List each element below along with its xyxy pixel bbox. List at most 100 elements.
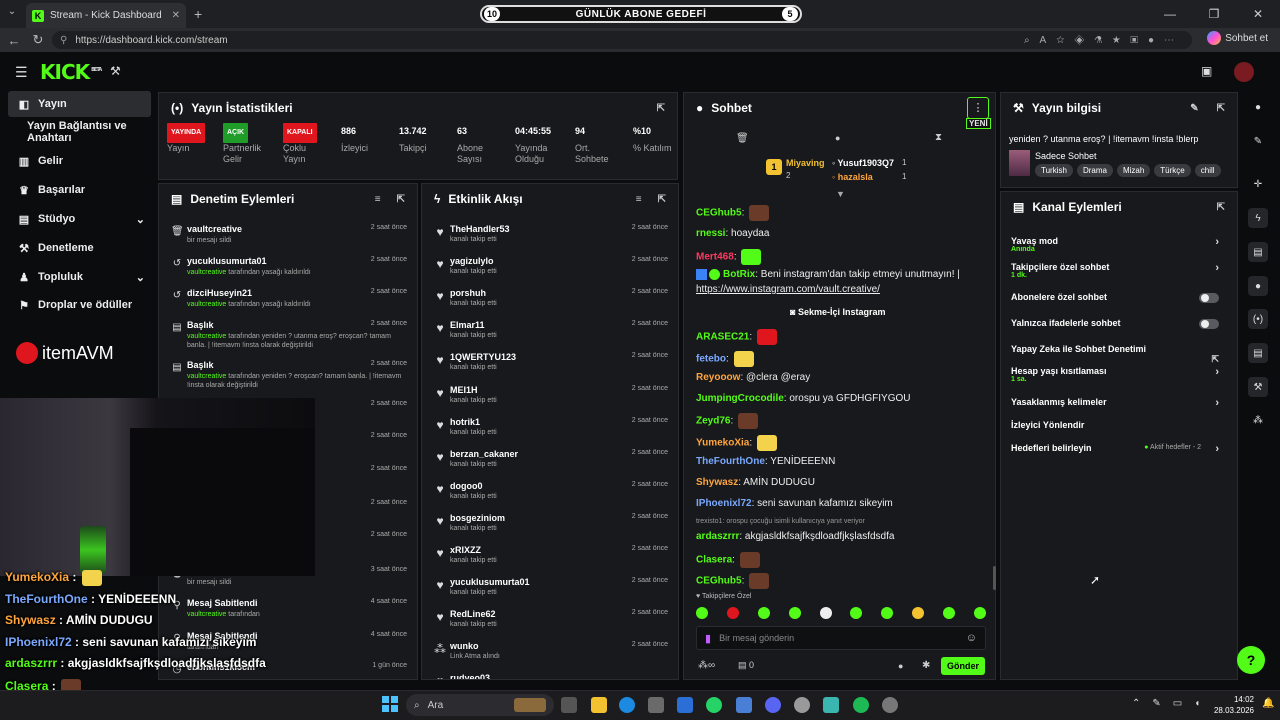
tools-icon[interactable]: ⚒ <box>110 64 121 78</box>
sidebar-item-gelir[interactable]: ▥ Gelir <box>8 148 151 174</box>
chat-username[interactable]: Zeyd76 <box>696 416 730 427</box>
system-tray-icons[interactable]: ⌃✎▭◖ <box>1132 698 1212 709</box>
clock[interactable]: 14:02 28.03.2026 <box>1208 694 1254 716</box>
chat-message[interactable]: JumpingCrocodile: orospu ya GFDHGFIYGOU <box>696 393 911 404</box>
chat-message[interactable]: Clasera: <box>696 552 760 568</box>
chat-message[interactable]: Shywasz: AMİN DUDUGU <box>696 477 815 488</box>
channel-action-item[interactable]: İzleyici Yönlendir <box>1011 420 1223 440</box>
chat-username[interactable]: TheFourthOne <box>696 456 765 467</box>
emote-icon[interactable] <box>726 607 739 619</box>
notification-icon[interactable]: 🔔 <box>1262 698 1274 709</box>
channel-action-item[interactable]: Hedefleri belirleyin ● Aktif hedefler - 2… <box>1011 443 1223 463</box>
chat-input[interactable]: ▮ Bir mesaj gönderin ☺ <box>696 626 986 650</box>
info-icon[interactable]: ● <box>1248 97 1268 117</box>
chat-message[interactable]: BotRix: Beni instagram'dan takip etmeyi … <box>696 269 960 280</box>
chat-username[interactable]: Reyooow <box>696 372 740 383</box>
chat-bubble-icon[interactable]: ● <box>835 133 840 143</box>
toggle-switch[interactable] <box>1199 319 1219 329</box>
sidebar-item-yayin[interactable]: ◧ Yayın <box>8 91 151 117</box>
activity-row[interactable]: ⁂ wunko Link Atma alındı 2 saat önce <box>432 639 670 671</box>
trash-icon[interactable]: 🗑 <box>736 133 749 144</box>
popout-icon[interactable]: ⇱ <box>397 194 405 205</box>
channel-action-item[interactable]: Takipçilere özel sohbet 1 dk. › <box>1011 262 1223 282</box>
tag[interactable]: Mizah <box>1116 164 1151 177</box>
activity-row[interactable]: ♥ porshuh kanalı takip etti 2 saat önce <box>432 286 670 318</box>
edge-icon[interactable] <box>619 697 635 713</box>
sidebar-item-denetleme[interactable]: ⚒ Denetleme <box>8 235 151 261</box>
activity-row[interactable]: ♥ MEI1H kanalı takip etti 2 saat önce <box>432 383 670 415</box>
chat-users-icon[interactable]: ⁂∞ <box>698 660 715 671</box>
chat-message[interactable]: Reyooow: @clera @eray <box>696 372 810 383</box>
chat-message[interactable]: YumekoXia: <box>696 435 777 451</box>
chat-message[interactable]: fetebo: <box>696 351 754 367</box>
emoji-icon[interactable]: ☺ <box>966 632 977 644</box>
popout-icon[interactable]: ⇱ <box>1217 202 1225 213</box>
activity-row[interactable]: ♥ xRIXZZ kanalı takip etti 2 saat önce <box>432 543 670 575</box>
moderation-row[interactable]: ▤ Başlık vaultcreative tarafından yeniden … <box>169 318 409 350</box>
expand-icon[interactable]: ▼ <box>836 189 845 199</box>
chat-bubble-icon[interactable]: ● <box>898 661 903 671</box>
moderation-row[interactable]: ▤ Başlık vaultcreative tarafından yeniden … <box>169 358 409 390</box>
filter-icon[interactable]: ≡ <box>636 194 642 205</box>
file-explorer-icon[interactable] <box>591 697 607 713</box>
menu-icon[interactable]: ☰ <box>15 64 28 81</box>
chat-username[interactable]: Shywasz <box>696 477 738 488</box>
chat-username[interactable]: Mert468 <box>696 252 734 263</box>
kick-logo[interactable]: KICK BETA <box>40 60 102 84</box>
chat-icon[interactable]: ● <box>1248 276 1268 296</box>
emote-icon[interactable] <box>788 607 801 619</box>
chat-scrollbar[interactable] <box>993 566 996 590</box>
leader-name[interactable]: ◦ hazalsla <box>832 172 873 182</box>
popout-icon[interactable]: ⇱ <box>658 194 666 205</box>
chat-username[interactable]: rnessi <box>696 228 725 239</box>
chat-message[interactable]: IPhoenixl72: seni savunan kafamızı sikey… <box>696 498 893 509</box>
chat-message[interactable]: TheFourthOne: YENİDEEENN <box>696 456 835 467</box>
sidebar-item-basarilar[interactable]: ♛ Başarılar <box>8 177 151 203</box>
channel-action-item[interactable]: Yavaş mod Anında › <box>1011 236 1223 256</box>
emote-icon[interactable] <box>912 607 925 619</box>
close-window-icon[interactable]: ✕ <box>1236 0 1280 28</box>
address-bar-actions-icon[interactable]: ⌕A☆◈⚗★▣●⋯ <box>1024 35 1184 46</box>
moderation-row[interactable]: 🗑 vaultcreative bir mesajı sildi 2 saat önc… <box>169 222 409 254</box>
crosshair-icon[interactable]: ✛ <box>1248 174 1268 194</box>
chat-username[interactable]: JumpingCrocodile <box>696 393 784 404</box>
chat-username[interactable]: Clasera <box>696 555 732 566</box>
avatar[interactable] <box>1234 62 1254 82</box>
chat-message[interactable]: rnessi: hoaydaa <box>696 228 769 239</box>
channel-action-item[interactable]: Abonelere özel sohbet <box>1011 292 1223 312</box>
settings-icon[interactable] <box>882 697 898 713</box>
filter-icon[interactable]: ≡ <box>375 194 381 205</box>
copilot-button[interactable]: Sohbet et <box>1207 31 1268 45</box>
activity-row[interactable]: ♥ bosgeziniom kanalı takip etti 2 saat önce <box>432 511 670 543</box>
sidebar-item-droplar[interactable]: ⚑ Droplar ve ödüller <box>8 292 151 318</box>
app-icon[interactable] <box>823 697 839 713</box>
channel-icon[interactable]: ▤ <box>1248 343 1268 363</box>
wrench-icon[interactable]: ⚒ <box>1248 377 1268 397</box>
sidebar-item-studyo[interactable]: ▤ Stüdyo ⌄ <box>8 206 151 232</box>
chat-username[interactable]: ardaszrrr <box>696 531 739 542</box>
chat-username[interactable]: BotRix <box>723 269 755 280</box>
pen-icon[interactable]: ✎ <box>1248 131 1268 151</box>
whatsapp-icon[interactable] <box>706 697 722 713</box>
clipboard-icon[interactable]: ▤ <box>1248 242 1268 262</box>
url-field[interactable]: ⚲ https://dashboard.kick.com/stream ⌕A☆◈… <box>52 31 1192 49</box>
activity-row[interactable]: ♥ rudyeo03 <box>432 671 670 679</box>
emote-icon[interactable] <box>696 607 708 619</box>
leader-name[interactable]: Miyaving <box>786 158 825 168</box>
task-view-icon[interactable] <box>561 697 577 713</box>
channel-action-item[interactable]: Hesap yaşı kısıtlaması 1 sa. › <box>1011 366 1223 386</box>
app-icon[interactable] <box>794 697 810 713</box>
mail-icon[interactable] <box>677 697 693 713</box>
tag[interactable]: Drama <box>1076 164 1113 177</box>
tag[interactable]: Türkçe <box>1154 164 1191 177</box>
emote-icon[interactable] <box>757 607 770 619</box>
chat-message[interactable]: trexisto1: orospu çocuğu isimli kullanıc… <box>696 518 894 542</box>
activity-row[interactable]: ♥ dogoo0 kanalı takip etti 2 saat önce <box>432 479 670 511</box>
sidebar-item-stream-key[interactable]: Yayın Bağlantısı ve Anahtarı <box>8 119 168 145</box>
spotify-icon[interactable] <box>853 697 869 713</box>
browser-tab[interactable]: K Stream - Kick Dashboard ✕ <box>26 3 186 28</box>
chat-message[interactable]: https://www.instagram.com/vault.creative… <box>696 284 880 295</box>
bolt-icon[interactable]: ϟ <box>1248 208 1268 228</box>
chat-text[interactable]: https://www.instagram.com/vault.creative… <box>696 284 880 295</box>
activity-row[interactable]: ♥ yagizulylo kanalı takip etti 2 saat önce <box>432 254 670 286</box>
